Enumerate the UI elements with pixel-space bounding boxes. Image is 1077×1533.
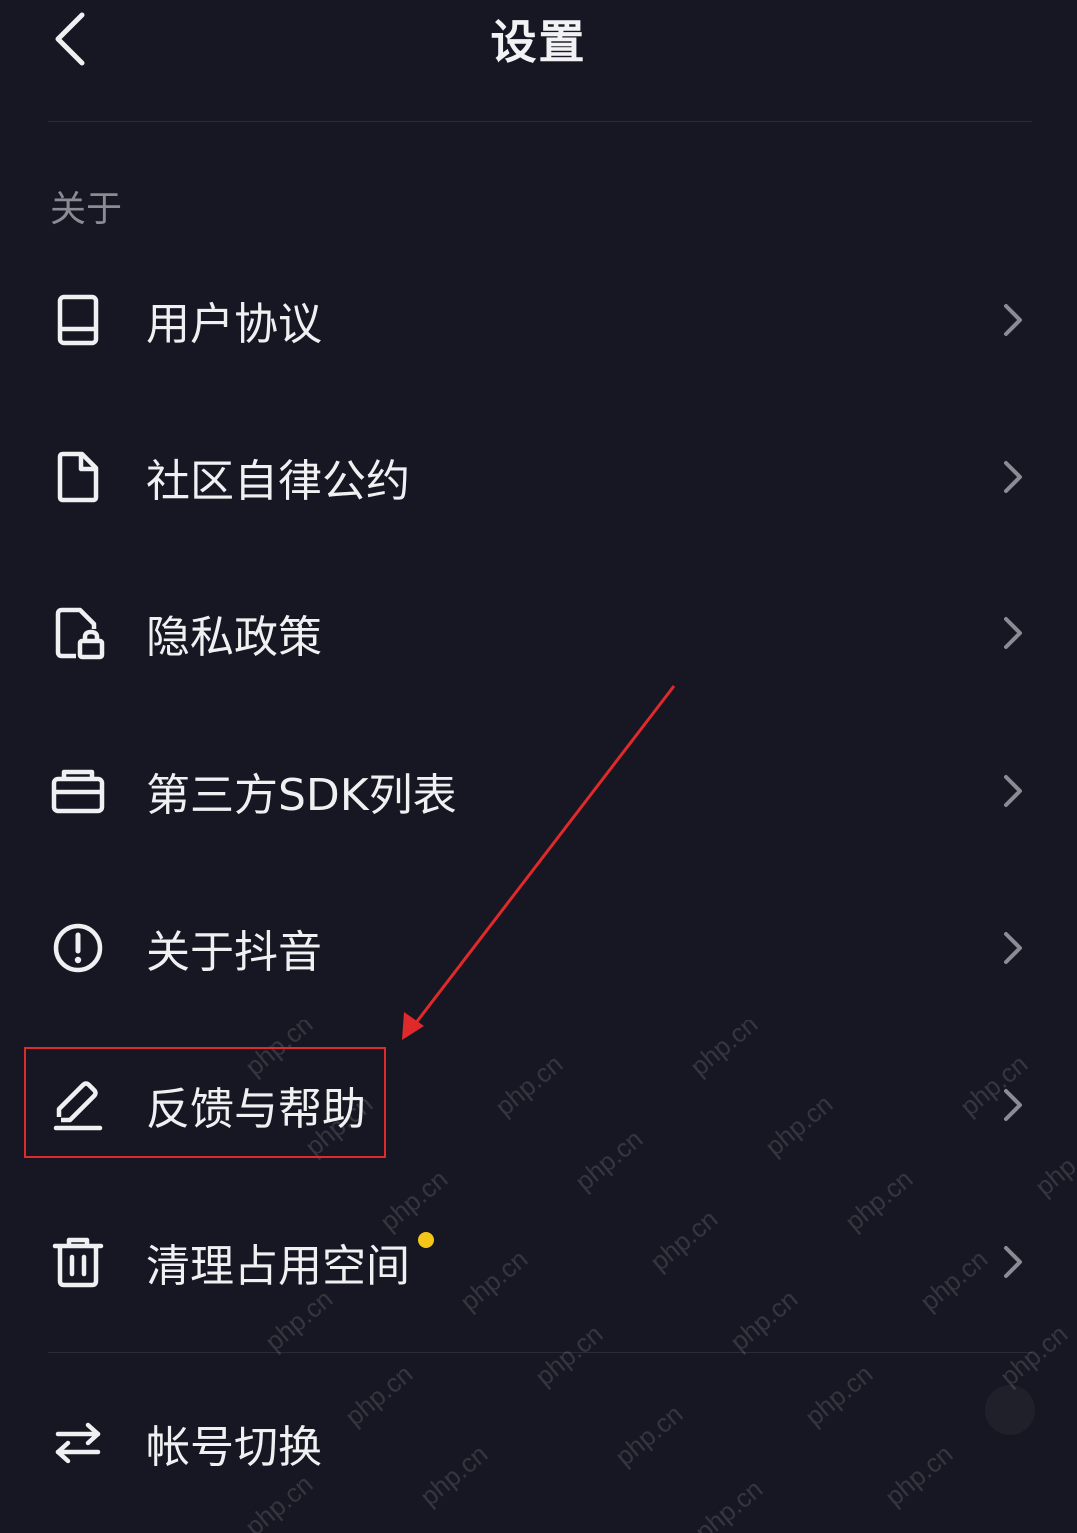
floating-assistive-ball[interactable] — [985, 1385, 1035, 1435]
section-divider — [48, 1352, 1032, 1353]
chevron-right-icon — [1004, 461, 1022, 493]
annotation-highlight-box — [24, 1047, 386, 1158]
settings-item-privacy-policy[interactable]: 隐私政策 — [0, 578, 1077, 688]
header-divider — [48, 121, 1032, 122]
settings-item-label: 关于抖音 — [146, 927, 322, 978]
chevron-right-icon — [1004, 932, 1022, 964]
settings-item-user-agreement[interactable]: 用户协议 — [0, 265, 1077, 375]
document-icon — [50, 449, 106, 505]
section-label: 关于 — [50, 189, 123, 230]
settings-item-third-party-sdk[interactable]: 第三方SDK列表 — [0, 736, 1077, 846]
privacy-lock-icon — [50, 605, 106, 661]
watermark-text: php.cn — [529, 1318, 609, 1392]
settings-item-label: 用户协议 — [146, 299, 322, 350]
chevron-right-icon — [1004, 304, 1022, 336]
switch-arrows-icon — [50, 1415, 106, 1471]
chevron-right-icon — [1004, 1089, 1022, 1121]
page-title: 设置 — [490, 15, 587, 69]
trash-icon — [50, 1234, 106, 1290]
settings-item-clear-storage[interactable]: 清理占用空间 — [0, 1207, 1077, 1317]
settings-item-community-guidelines[interactable]: 社区自律公约 — [0, 422, 1077, 532]
settings-item-label: 清理占用空间 — [146, 1241, 410, 1292]
settings-item-label: 社区自律公约 — [146, 456, 410, 507]
settings-item-label: 第三方SDK列表 — [146, 770, 457, 821]
book-icon — [50, 292, 106, 348]
briefcase-icon — [50, 763, 106, 819]
info-circle-icon — [50, 920, 106, 976]
settings-item-label: 帐号切换 — [146, 1422, 322, 1473]
watermark-text: php.cn — [994, 1318, 1074, 1392]
chevron-right-icon — [1004, 1246, 1022, 1278]
notification-dot — [418, 1232, 434, 1248]
settings-item-about-douyin[interactable]: 关于抖音 — [0, 893, 1077, 1003]
top-bar: 设置 — [0, 0, 1077, 82]
settings-item-switch-account[interactable]: 帐号切换 — [0, 1388, 1077, 1498]
settings-item-label: 隐私政策 — [146, 612, 322, 663]
chevron-right-icon — [1004, 775, 1022, 807]
chevron-right-icon — [1004, 617, 1022, 649]
